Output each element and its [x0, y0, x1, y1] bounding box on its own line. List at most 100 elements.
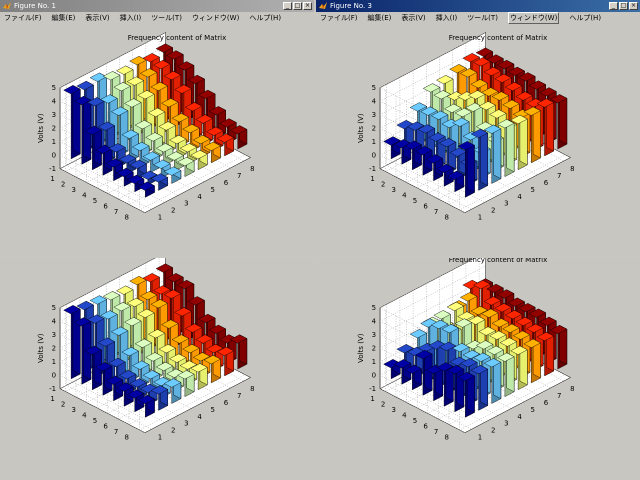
row-tick-label: 4 [402, 411, 407, 419]
y-axis: -1 0 1 2 3 4 5 [49, 84, 57, 173]
figure-window-bottom-left[interactable]: -1 0 1 2 3 4 5 Volts (V) 1 2 3 4 5 6 7 8 1 2 3 4 5 6 7 8 [0, 258, 314, 480]
figure-window-3[interactable]: Figure No. 3 _ □ × ファイル(F) 編集(E) 表示(V) 挿… [316, 0, 640, 256]
col-tick-label: 6 [544, 179, 549, 187]
y-tick-label: 4 [372, 318, 377, 326]
plot-title: Frequency content of Matrix [449, 258, 547, 264]
col-tick-label: 5 [211, 186, 215, 194]
y-tick-label: 1 [372, 138, 376, 146]
y-tick-label: 5 [52, 304, 56, 312]
plot-title: Frequency content of Matrix [449, 34, 547, 42]
col-tick-label: 7 [557, 392, 561, 400]
y-tick-label: 0 [52, 152, 56, 160]
row-tick-label: 2 [381, 180, 385, 188]
y-tick-label: 1 [52, 138, 56, 146]
y-axis-label: Volts (V) [37, 333, 45, 363]
plot-title: Frequency content of Matrix [128, 34, 226, 42]
row-tick-label: 8 [125, 213, 129, 221]
y-tick-label: -1 [369, 385, 376, 393]
bar3-plot[interactable]: -1012345Volts (V)12345678 12345678Frequen… [316, 0, 640, 256]
y-axis: -1 0 1 2 3 4 5 [49, 304, 57, 393]
figure-window-1[interactable]: Figure No. 1 _ □ × ファイル(F) 編集(E) 表示(V) 挿… [0, 0, 314, 256]
col-tick-label: 3 [504, 200, 508, 208]
row-tick-label: 6 [423, 422, 428, 430]
y-tick-label: 5 [372, 304, 376, 312]
col-tick-label: 3 [504, 420, 508, 428]
row-tick-label: 7 [434, 208, 438, 216]
col-tick-label: 2 [171, 207, 175, 215]
row-tick-label: 7 [114, 428, 118, 436]
row-tick-label: 2 [61, 180, 65, 188]
col-tick-label: 7 [237, 392, 241, 400]
col-tick-label: 7 [237, 172, 241, 180]
col-tick-label: 3 [184, 200, 188, 208]
row-tick-label: 3 [392, 406, 396, 414]
col-tick-label: 8 [570, 385, 574, 393]
bar3-plot[interactable]: -1012345Volts (V)12345678 12345678 [0, 258, 314, 480]
y-axis-label: Volts (V) [37, 113, 45, 143]
col-tick-label: 4 [197, 413, 202, 421]
row-tick-label: 5 [413, 417, 417, 425]
col-tick-label: 1 [478, 433, 482, 441]
row-tick-label: 2 [381, 400, 385, 408]
row-tick-label: 6 [103, 422, 108, 430]
y-axis-label: Volts (V) [357, 113, 365, 143]
col-tick-label: 3 [184, 420, 188, 428]
col-tick-label: 8 [570, 165, 574, 173]
y-tick-label: 0 [372, 372, 376, 380]
y-tick-label: 2 [372, 345, 376, 353]
row-tick-label: 3 [72, 406, 76, 414]
bar3-plot[interactable]: -1012345Volts (V)12345678 12345678Frequen… [0, 0, 314, 256]
row-tick-label: 8 [445, 433, 449, 441]
col-tick-label: 5 [531, 186, 535, 194]
y-tick-label: 4 [52, 98, 57, 106]
y-axis: -1 0 1 2 3 4 5 [369, 84, 377, 173]
row-tick-label: 1 [370, 175, 374, 183]
col-tick-label: 6 [224, 399, 229, 407]
row-tick-label: 3 [392, 186, 396, 194]
y-tick-label: -1 [369, 165, 376, 173]
col-tick-label: 6 [224, 179, 229, 187]
row-tick-label: 8 [125, 433, 129, 441]
col-tick-label: 6 [544, 399, 549, 407]
y-tick-label: 4 [52, 318, 57, 326]
bar3-plot[interactable]: -1012345Volts (V)12345678 12345678Frequen… [316, 258, 640, 480]
col-tick-label: 4 [517, 413, 522, 421]
row-tick-label: 7 [114, 208, 118, 216]
y-tick-label: 3 [52, 111, 56, 119]
col-tick-label: 8 [250, 165, 254, 173]
row-tick-label: 5 [413, 197, 417, 205]
y-tick-label: 3 [372, 111, 376, 119]
col-tick-label: 5 [211, 406, 215, 414]
row-tick-label: 5 [93, 197, 97, 205]
y-axis: -1 0 1 2 3 4 5 [369, 304, 377, 393]
y-tick-label: 2 [372, 125, 376, 133]
row-tick-label: 1 [50, 395, 54, 403]
row-tick-label: 4 [82, 191, 87, 199]
col-tick-label: 1 [478, 213, 482, 221]
y-tick-label: 1 [52, 358, 56, 366]
row-tick-label: 8 [445, 213, 449, 221]
row-tick-label: 2 [61, 400, 65, 408]
y-tick-label: 0 [372, 152, 376, 160]
col-tick-label: 2 [171, 427, 175, 435]
y-tick-label: 5 [372, 84, 376, 92]
col-tick-label: 8 [250, 385, 254, 393]
y-tick-label: 5 [52, 84, 56, 92]
col-tick-label: 5 [531, 406, 535, 414]
row-tick-label: 3 [72, 186, 76, 194]
figure-window-bottom-right[interactable]: -1 0 1 2 3 4 5 Volts (V) 1 2 3 4 5 6 7 8 1 2 3 4 5 6 7 8 Frequen… [316, 258, 640, 480]
row-tick-label: 1 [370, 395, 374, 403]
y-tick-label: 3 [52, 331, 56, 339]
col-tick-label: 4 [517, 193, 522, 201]
col-tick-label: 1 [158, 213, 162, 221]
row-tick-label: 1 [50, 175, 54, 183]
col-tick-label: 2 [491, 427, 495, 435]
y-tick-label: 2 [52, 125, 56, 133]
y-tick-label: 2 [52, 345, 56, 353]
col-tick-label: 2 [491, 207, 495, 215]
row-tick-label: 4 [402, 191, 407, 199]
col-tick-label: 7 [557, 172, 561, 180]
col-tick-label: 4 [197, 193, 202, 201]
y-tick-label: 4 [372, 98, 377, 106]
col-tick-label: 1 [158, 433, 162, 441]
